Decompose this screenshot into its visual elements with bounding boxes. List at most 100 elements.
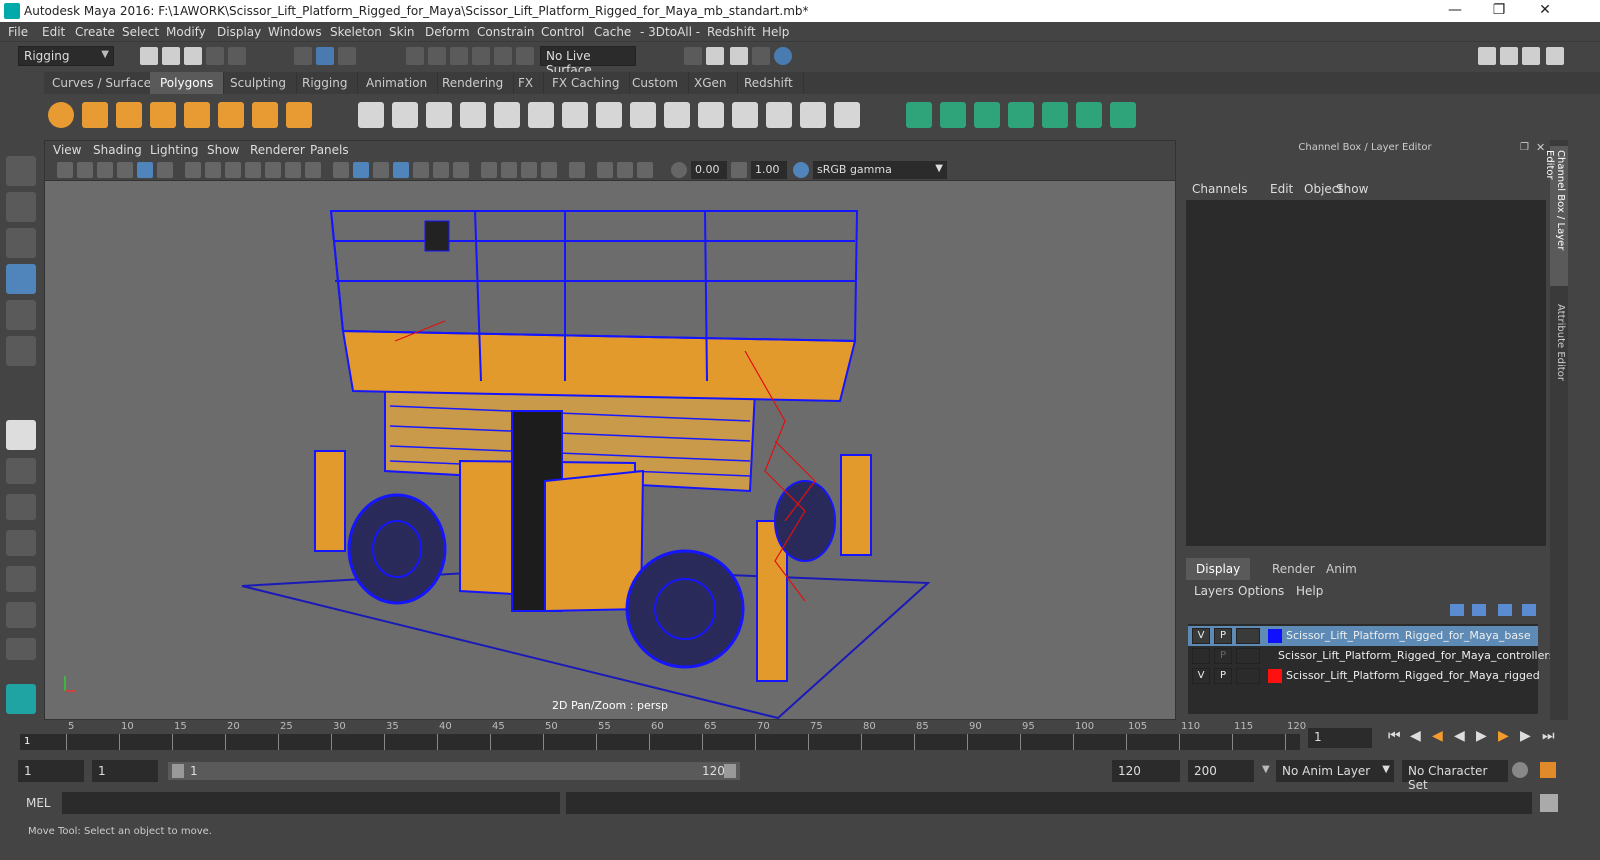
range-start-handle[interactable] (172, 764, 184, 778)
auto-map-icon[interactable] (1008, 102, 1034, 128)
vp-menu-view[interactable]: View (53, 143, 81, 157)
shadows-icon[interactable] (433, 162, 449, 178)
scene-end-field[interactable]: 200 (1188, 760, 1254, 782)
safe-action-icon[interactable] (285, 162, 301, 178)
layer-name[interactable]: Scissor_Lift_Platform_Rigged_for_Maya_ri… (1286, 669, 1540, 682)
auto-key-icon[interactable] (1512, 762, 1528, 778)
snap-curve-icon[interactable] (428, 47, 446, 65)
step-forward-key-icon[interactable]: ▶ (1498, 728, 1509, 744)
channel-box-area[interactable] (1186, 200, 1546, 546)
layer-row[interactable]: V P Scissor_Lift_Platform_Rigged_for_May… (1188, 666, 1540, 686)
ipr-render-icon[interactable] (730, 47, 748, 65)
new-layer-icon[interactable] (1498, 604, 1512, 616)
move-layer-up-icon[interactable] (1450, 604, 1464, 616)
poly-torus-icon[interactable] (218, 102, 244, 128)
exposure-icon[interactable] (637, 162, 653, 178)
poly-cylinder-icon[interactable] (116, 102, 142, 128)
layer-playback-toggle[interactable]: P (1214, 668, 1232, 684)
menu-skin[interactable]: Skin (389, 25, 415, 39)
layer-row[interactable]: P Scissor_Lift_Platform_Rigged_for_Maya_… (1188, 646, 1555, 666)
planar-map-icon[interactable] (906, 102, 932, 128)
minimize-icon[interactable]: — (1440, 2, 1470, 20)
snap-grid-icon[interactable] (406, 47, 424, 65)
step-forward-icon[interactable]: ▶ (1520, 728, 1531, 744)
render-settings-icon[interactable] (752, 47, 770, 65)
bevel-icon[interactable] (528, 102, 554, 128)
uv-layout-icon[interactable] (1110, 102, 1136, 128)
menu-create[interactable]: Create (75, 25, 115, 39)
layout-icon[interactable] (1500, 47, 1518, 65)
bridge-icon[interactable] (562, 102, 588, 128)
resolution-gate-icon[interactable] (225, 162, 241, 178)
persp-graph-icon[interactable] (6, 530, 36, 556)
snap-point-icon[interactable] (450, 47, 468, 65)
menu-redshift[interactable]: Redshift (707, 25, 756, 39)
snap-view-icon[interactable] (494, 47, 512, 65)
vp-menu-renderer[interactable]: Renderer (250, 143, 305, 157)
append-icon[interactable] (596, 102, 622, 128)
mel-input[interactable] (62, 792, 560, 814)
layer-display-type[interactable] (1236, 668, 1260, 684)
smooth-icon[interactable] (460, 102, 486, 128)
fill-hole-icon[interactable] (630, 102, 656, 128)
cb-menu-show[interactable]: Show (1336, 182, 1368, 196)
anti-aliasing-icon[interactable] (501, 162, 517, 178)
transfer-attributes-icon[interactable] (1042, 102, 1068, 128)
menu-select[interactable]: Select (122, 25, 159, 39)
anim-layer-select[interactable]: No Anim Layer ▼ (1276, 760, 1394, 782)
workspace-icon[interactable] (1478, 47, 1496, 65)
step-back-icon[interactable]: ◀ (1410, 728, 1421, 744)
menu-control[interactable]: Control (541, 25, 584, 39)
layer-playback-toggle[interactable]: P (1214, 648, 1232, 664)
render-view-icon[interactable] (684, 47, 702, 65)
layer-name[interactable]: Scissor_Lift_Platform_Rigged_for_Maya_co… (1278, 649, 1555, 662)
side-tab-attribute-editor[interactable]: Attribute Editor (1550, 300, 1568, 390)
lasso-tool-icon[interactable] (6, 192, 36, 222)
mirror-icon[interactable] (426, 102, 452, 128)
step-back-key-icon[interactable]: ◀ (1432, 728, 1443, 744)
shelf-tab-animation[interactable]: Animation (356, 72, 439, 94)
layer-display-type[interactable] (1236, 628, 1260, 644)
color-management-icon[interactable] (793, 162, 809, 178)
playback-start-field[interactable]: 1 (92, 760, 158, 782)
uv-editor-icon[interactable] (834, 102, 860, 128)
menu-edit[interactable]: Edit (42, 25, 65, 39)
close-icon[interactable]: ✕ (1530, 2, 1560, 20)
combine-icon[interactable] (358, 102, 384, 128)
screen-ao-icon[interactable] (453, 162, 469, 178)
select-component-icon[interactable] (338, 47, 356, 65)
camera-attributes-icon[interactable] (77, 162, 93, 178)
mel-label[interactable]: MEL (26, 796, 51, 810)
render-frame-icon[interactable] (706, 47, 724, 65)
scissor-lift-model[interactable] (314, 210, 872, 682)
isolate-select-icon[interactable] (541, 162, 557, 178)
layer-display-type[interactable] (1236, 648, 1260, 664)
vp-menu-show[interactable]: Show (207, 143, 239, 157)
script-editor-icon[interactable] (1540, 794, 1558, 812)
separate-icon[interactable] (392, 102, 418, 128)
menu-modify[interactable]: Modify (166, 25, 206, 39)
maya-home-icon[interactable] (6, 684, 36, 714)
vp-menu-shading[interactable]: Shading (93, 143, 142, 157)
go-to-start-icon[interactable]: ⏮ (1388, 728, 1401, 744)
wireframe-on-shaded-icon[interactable] (393, 162, 409, 178)
shelf-tab-sculpting[interactable]: Sculpting (220, 72, 298, 94)
outliner-layout-icon[interactable] (6, 602, 36, 628)
collapse-icon[interactable] (800, 102, 826, 128)
vp-menu-panels[interactable]: Panels (310, 143, 349, 157)
layer-name[interactable]: Scissor_Lift_Platform_Rigged_for_Maya_ba… (1286, 629, 1531, 642)
2d-pan-zoom-icon[interactable] (137, 162, 153, 178)
layer-row[interactable]: V P Scissor_Lift_Platform_Rigged_for_May… (1188, 626, 1538, 646)
grid-icon[interactable] (185, 162, 201, 178)
bookmark-icon[interactable] (97, 162, 113, 178)
shelf-tab-fx[interactable]: FX (508, 72, 545, 94)
exposure-field[interactable]: 0.00 (691, 161, 727, 179)
menu-cache[interactable]: Cache (594, 25, 631, 39)
time-slider[interactable]: 1 5 10 15 20 25 30 35 40 45 50 55 60 65 70 75 80 85 90 95 1… (20, 720, 1306, 752)
shelf-tab-polygons[interactable]: Polygons (150, 72, 225, 94)
scale-tool-icon[interactable] (6, 336, 36, 366)
layer-tab-anim[interactable]: Anim (1316, 558, 1367, 580)
four-view-icon[interactable] (6, 458, 36, 484)
spherical-map-icon[interactable] (974, 102, 1000, 128)
field-chart-icon[interactable] (265, 162, 281, 178)
